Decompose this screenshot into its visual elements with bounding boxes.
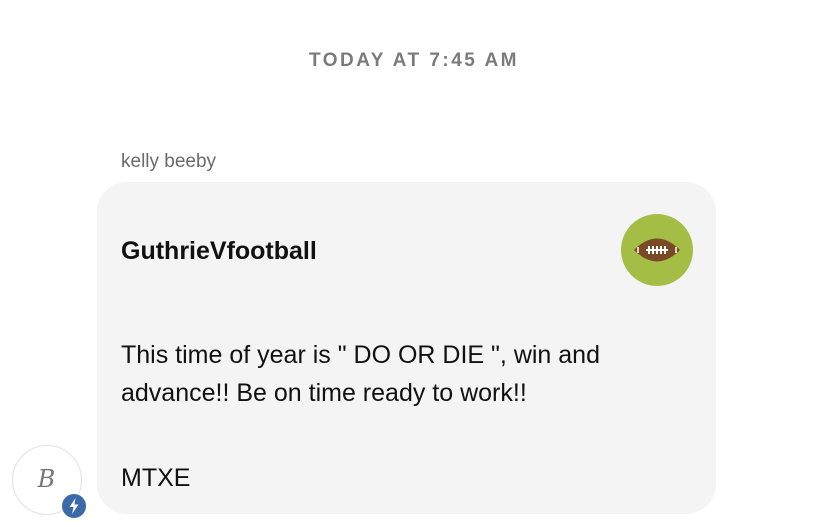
football-icon — [634, 238, 680, 262]
message-body: This time of year is " DO OR DIE ", win … — [121, 341, 600, 407]
lightning-bolt-icon — [60, 492, 88, 520]
sender-name: kelly beeby — [121, 151, 217, 172]
message-signoff: MTXE — [121, 464, 191, 492]
message-timestamp: TODAY AT 7:45 AM — [309, 50, 519, 71]
group-name: GuthrieVfootball — [121, 237, 317, 265]
user-initial: B — [37, 465, 56, 493]
group-avatar[interactable] — [621, 214, 693, 286]
